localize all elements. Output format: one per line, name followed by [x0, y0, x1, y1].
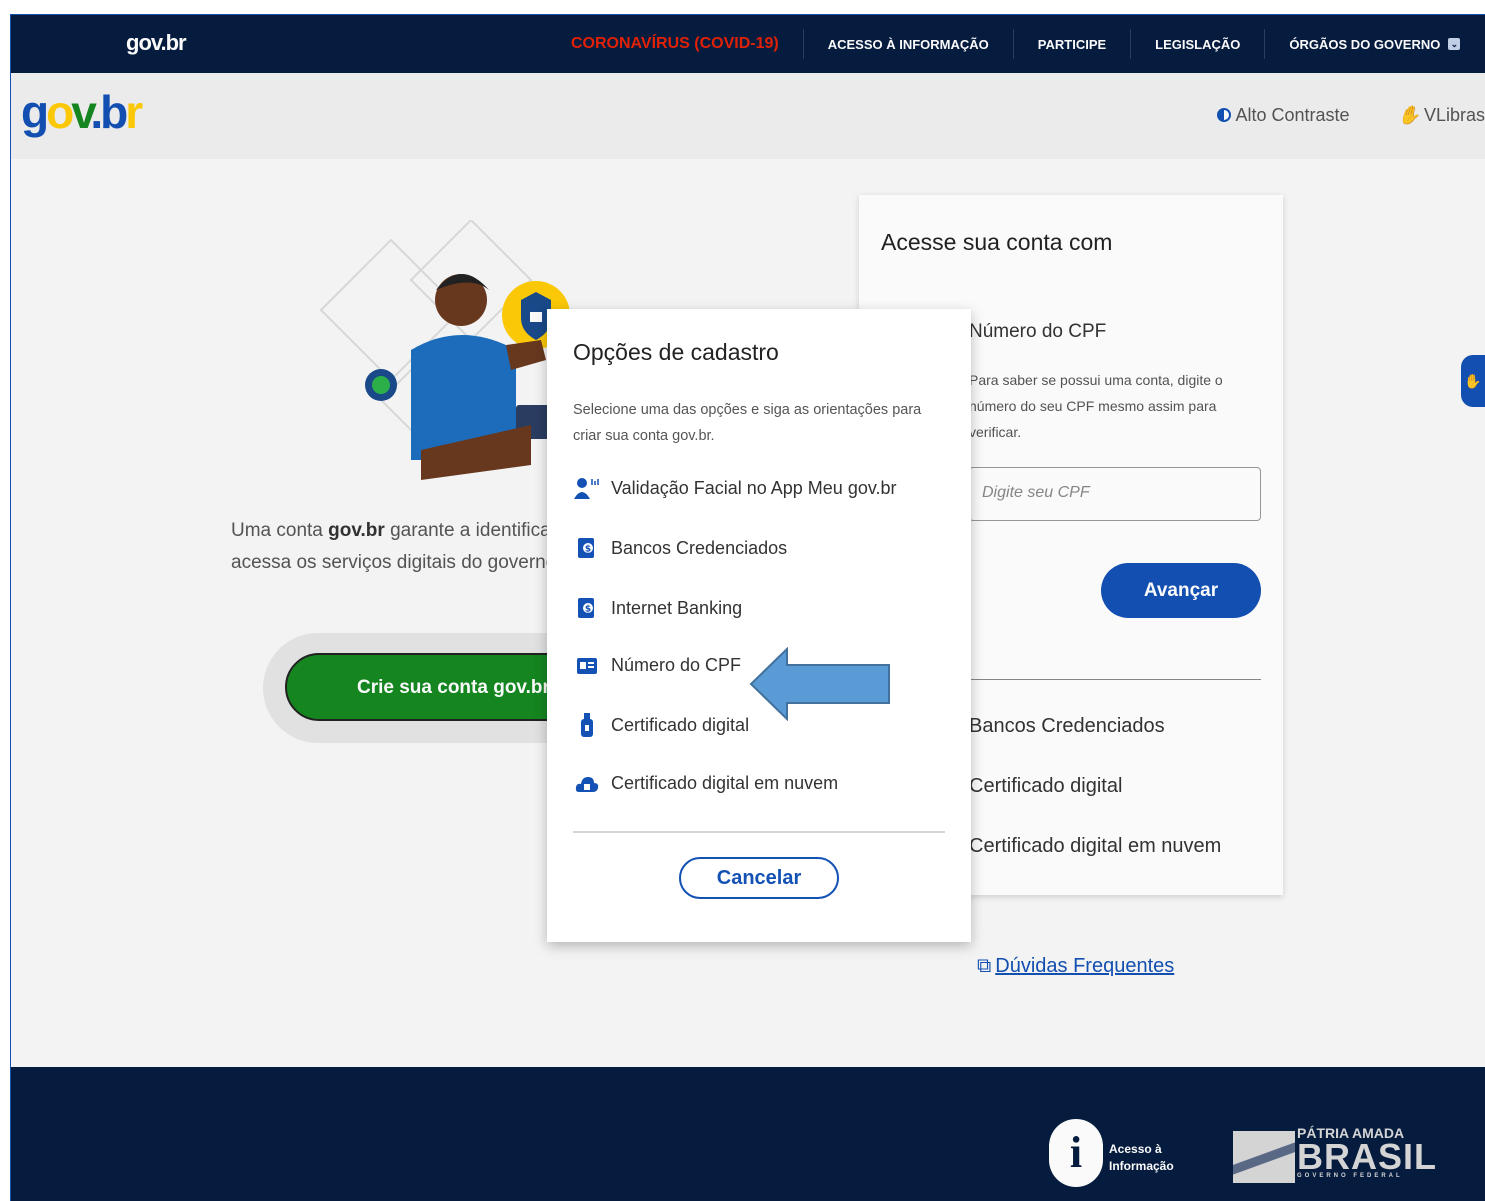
cancel-button[interactable]: Cancelar [679, 857, 839, 899]
option-label: Bancos Credenciados [611, 537, 788, 558]
option-label: Número do CPF [611, 655, 742, 675]
usb-token-icon [573, 713, 601, 737]
modal-divider [573, 831, 945, 833]
option-label: Certificado digital em nuvem [611, 773, 839, 793]
option-label: Internet Banking [611, 597, 743, 618]
annotation-arrow-icon [749, 647, 890, 721]
option-label: Validação Facial no App Meu gov.br [611, 477, 897, 498]
svg-text:$: $ [585, 545, 591, 555]
option-certificado-nuvem[interactable]: Certificado digital em nuvem [573, 773, 838, 794]
option-facial-validation[interactable]: Validação Facial no App Meu gov.br [573, 477, 897, 499]
id-card-icon [573, 657, 601, 675]
modal-description: Selecione uma das opções e siga as orien… [573, 402, 922, 444]
face-id-icon [573, 477, 601, 499]
svg-text:$: $ [585, 605, 591, 615]
option-label: Certificado digital [611, 714, 750, 735]
option-internet-banking[interactable]: $ Internet Banking [573, 597, 742, 619]
option-bancos-credenciados[interactable]: $ Bancos Credenciados [573, 537, 787, 559]
option-numero-cpf[interactable]: Número do CPF [573, 655, 741, 676]
modal-title: Opções de cadastro [573, 339, 779, 365]
cloud-icon [573, 774, 601, 794]
option-certificado-digital[interactable]: Certificado digital [573, 713, 749, 737]
browser-page: gov.br CORONAVÍRUS (COVID-19) ACESSO À I… [10, 14, 1485, 1201]
registration-options-modal: Opções de cadastro Selecione uma das opç… [547, 309, 971, 942]
internet-banking-icon: $ [573, 597, 601, 619]
bank-icon: $ [573, 537, 601, 559]
